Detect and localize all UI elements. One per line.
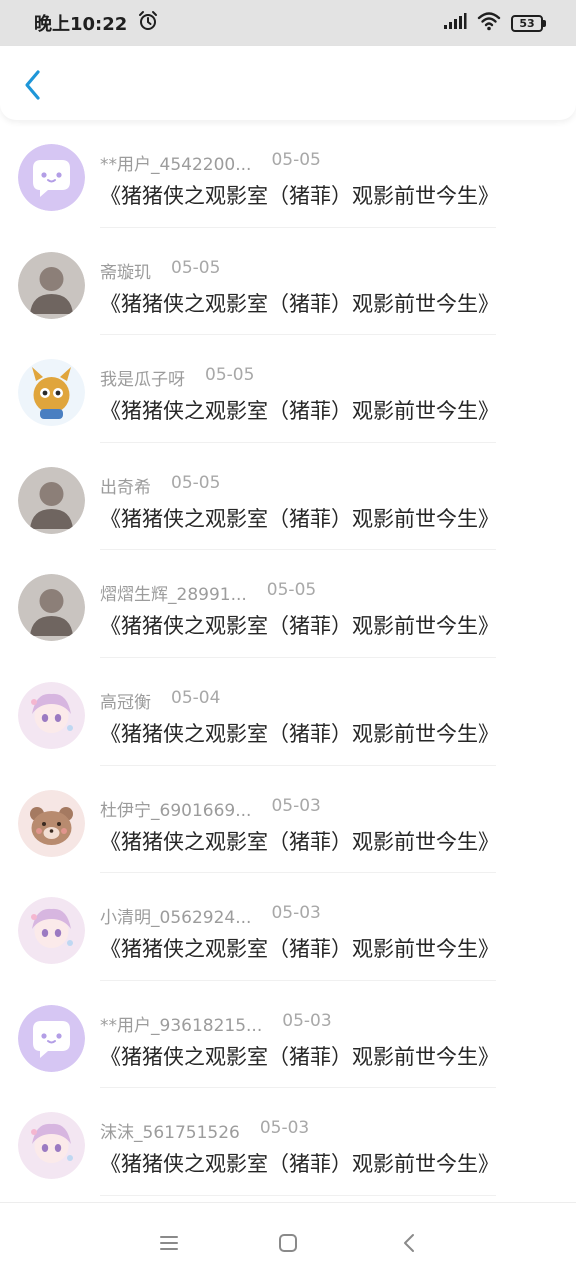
avatar[interactable] (18, 1112, 85, 1180)
item-meta: 斋璇玑 05-05 (100, 258, 220, 282)
back-chevron-icon (25, 70, 40, 100)
home-square-icon (279, 1234, 297, 1252)
wifi-icon (477, 11, 501, 35)
user-name[interactable]: **用户_4542200... (100, 150, 251, 174)
user-name[interactable]: 熠熠生辉_28991... (100, 580, 247, 604)
list-item[interactable]: 高冠衡 05-04 《猪猪侠之观影室（猪菲）观影前世今生》 (0, 658, 576, 766)
status-bar: 晚上10:22 53 (0, 0, 576, 46)
menu-button[interactable] (155, 1229, 183, 1257)
header (0, 46, 576, 120)
comment-list: **用户_4542200... 05-05 《猪猪侠之观影室（猪菲）观影前世今生》斋… (0, 120, 576, 1196)
item-meta: 我是瓜子呀 05-05 (100, 365, 254, 389)
avatar[interactable] (18, 789, 85, 857)
user-name[interactable]: 出奇希 (100, 473, 151, 497)
post-title[interactable]: 《猪猪侠之观影室（猪菲）观影前世今生》 (100, 180, 499, 210)
divider (100, 1194, 496, 1196)
user-name[interactable]: 我是瓜子呀 (100, 365, 185, 389)
item-meta: 高冠衡 05-04 (100, 688, 220, 712)
post-date: 05-05 (271, 150, 321, 170)
nav-back-button[interactable] (395, 1229, 423, 1257)
post-title[interactable]: 《猪猪侠之观影室（猪菲）观影前世今生》 (100, 826, 499, 856)
post-title[interactable]: 《猪猪侠之观影室（猪菲）观影前世今生》 (100, 718, 499, 748)
user-name[interactable]: 杜伊宁_6901669... (100, 796, 251, 820)
screen: 晚上10:22 53 **用户_4542200... 05-05 《猪猪侠之观影… (0, 0, 576, 1280)
list-item[interactable]: 沫沫_561751526 05-03 《猪猪侠之观影室（猪菲）观影前世今生》 (0, 1088, 576, 1196)
post-date: 05-04 (171, 687, 221, 708)
status-time: 晚上10:22 (34, 14, 128, 35)
user-name[interactable]: **用户_93618215... (100, 1011, 262, 1035)
user-name[interactable]: 小清明_0562924... (100, 903, 251, 927)
avatar[interactable] (18, 897, 85, 965)
avatar[interactable] (18, 144, 85, 211)
list-item[interactable]: 斋璇玑 05-05 《猪猪侠之观影室（猪菲）观影前世今生》 (0, 228, 576, 336)
post-title[interactable]: 《猪猪侠之观影室（猪菲）观影前世今生》 (100, 933, 499, 963)
post-date: 05-05 (171, 472, 221, 493)
status-left: 晚上10:22 (34, 10, 159, 37)
status-right: 53 (443, 11, 546, 35)
list-item[interactable]: **用户_4542200... 05-05 《猪猪侠之观影室（猪菲）观影前世今生》 (0, 120, 576, 228)
battery-tip (543, 19, 546, 27)
item-meta: 熠熠生辉_28991... 05-05 (100, 580, 316, 604)
post-title[interactable]: 《猪猪侠之观影室（猪菲）观影前世今生》 (100, 610, 499, 640)
avatar[interactable] (18, 359, 85, 427)
post-title[interactable]: 《猪猪侠之观影室（猪菲）观影前世今生》 (100, 1041, 499, 1071)
battery-icon: 53 (511, 14, 546, 32)
item-meta: **用户_93618215... 05-03 (100, 1011, 332, 1035)
menu-icon (160, 1236, 178, 1250)
post-date: 05-03 (271, 795, 321, 816)
post-date: 05-05 (205, 365, 255, 386)
system-nav-bar (0, 1202, 576, 1280)
user-name[interactable]: 沫沫_561751526 (100, 1118, 240, 1142)
user-name[interactable]: 高冠衡 (100, 688, 151, 712)
item-meta: **用户_4542200... 05-05 (100, 150, 321, 174)
list-item[interactable]: 出奇希 05-05 《猪猪侠之观影室（猪菲）观影前世今生》 (0, 443, 576, 551)
battery-level: 53 (511, 14, 543, 32)
post-title[interactable]: 《猪猪侠之观影室（猪菲）观影前世今生》 (100, 503, 499, 533)
post-date: 05-05 (266, 580, 317, 601)
back-button[interactable] (16, 68, 48, 102)
nav-back-icon (404, 1234, 414, 1252)
list-item[interactable]: 熠熠生辉_28991... 05-05 《猪猪侠之观影室（猪菲）观影前世今生》 (0, 550, 576, 658)
user-name[interactable]: 斋璇玑 (100, 258, 151, 282)
home-button[interactable] (274, 1229, 302, 1257)
post-date: 05-05 (171, 257, 221, 278)
avatar[interactable] (18, 466, 85, 534)
post-date: 05-03 (259, 1118, 310, 1139)
signal-icon (443, 12, 467, 34)
item-meta: 小清明_0562924... 05-03 (100, 903, 321, 927)
avatar[interactable] (18, 574, 85, 642)
avatar[interactable] (18, 1004, 85, 1072)
post-title[interactable]: 《猪猪侠之观影室（猪菲）观影前世今生》 (100, 395, 499, 425)
list-item[interactable]: 杜伊宁_6901669... 05-03 《猪猪侠之观影室（猪菲）观影前世今生》 (0, 766, 576, 874)
post-title[interactable]: 《猪猪侠之观影室（猪菲）观影前世今生》 (100, 288, 499, 318)
post-title[interactable]: 《猪猪侠之观影室（猪菲）观影前世今生》 (100, 1148, 499, 1178)
item-meta: 沫沫_561751526 05-03 (100, 1118, 309, 1142)
list-item[interactable]: 小清明_0562924... 05-03 《猪猪侠之观影室（猪菲）观影前世今生》 (0, 873, 576, 981)
avatar[interactable] (18, 251, 85, 319)
avatar[interactable] (18, 681, 85, 749)
item-meta: 出奇希 05-05 (100, 473, 220, 497)
list-item[interactable]: **用户_93618215... 05-03 《猪猪侠之观影室（猪菲）观影前世今生》 (0, 981, 576, 1089)
list-item[interactable]: 我是瓜子呀 05-05 《猪猪侠之观影室（猪菲）观影前世今生》 (0, 335, 576, 443)
post-date: 05-03 (282, 1010, 332, 1031)
alarm-icon (137, 10, 159, 37)
item-meta: 杜伊宁_6901669... 05-03 (100, 796, 321, 820)
post-date: 05-03 (271, 903, 321, 924)
